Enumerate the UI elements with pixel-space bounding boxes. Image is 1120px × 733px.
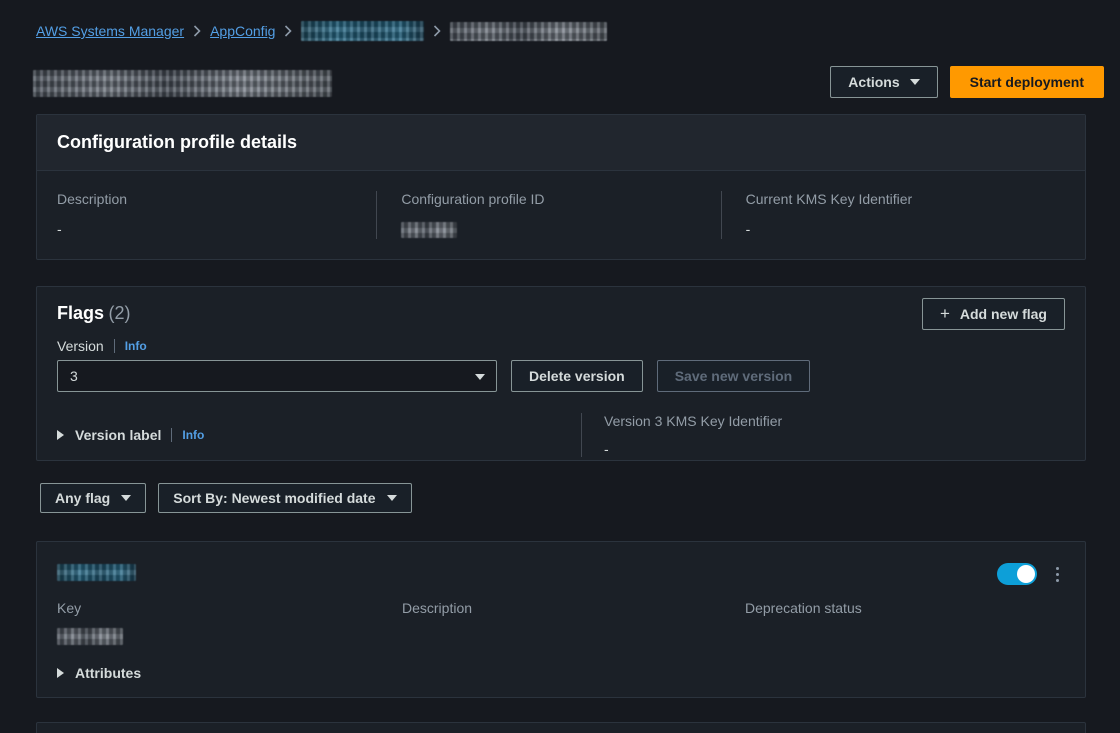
- version-block: Version Info 3 Delete version Save new v…: [37, 324, 1085, 392]
- breadcrumb-item-current-redacted: [450, 21, 608, 41]
- flag-value-key-redacted: [57, 628, 123, 645]
- details-panel-title: Configuration profile details: [57, 132, 298, 152]
- chevron-right-icon: [433, 25, 442, 37]
- detail-field-configuration-profile-id: Configuration profile ID: [376, 191, 720, 239]
- version-kms-key-field: Version 3 KMS Key Identifier -: [581, 413, 1085, 457]
- chevron-down-icon: [121, 495, 132, 501]
- flag-field-deprecation-status: Deprecation status: [745, 600, 1065, 645]
- flags-panel-title: Flags: [57, 303, 105, 323]
- delete-version-button[interactable]: Delete version: [511, 360, 643, 392]
- attributes-expander[interactable]: Attributes: [57, 665, 1065, 681]
- kebab-menu-icon[interactable]: [1049, 564, 1065, 584]
- detail-value-configuration-profile-id: [401, 221, 696, 239]
- flag-enabled-toggle[interactable]: [997, 563, 1037, 585]
- breadcrumb: AWS Systems Manager AppConfig: [36, 21, 608, 41]
- triangle-right-icon: [57, 668, 64, 678]
- add-new-flag-label: Add new flag: [959, 306, 1047, 322]
- detail-label-current-kms-key-identifier: Current KMS Key Identifier: [745, 191, 913, 207]
- start-deployment-button[interactable]: Start deployment: [949, 66, 1104, 98]
- breadcrumb-item-application-redacted[interactable]: [301, 21, 425, 41]
- details-panel-header: Configuration profile details: [37, 115, 1085, 171]
- version-label-expand-container: Version label Info: [37, 413, 581, 457]
- breadcrumb-item-aws-systems-manager[interactable]: AWS Systems Manager: [36, 23, 184, 39]
- version-label-expander[interactable]: Version label: [57, 427, 161, 443]
- detail-field-description: Description -: [57, 191, 376, 239]
- flag-name-link-redacted[interactable]: [57, 564, 136, 581]
- version-controls: 3 Delete version Save new version: [57, 360, 1065, 392]
- toggle-knob: [1017, 565, 1035, 583]
- header-actions: Actions Start deployment: [830, 66, 1104, 98]
- version-label-info-link[interactable]: Info: [182, 428, 204, 442]
- triangle-right-icon: [57, 430, 64, 440]
- breadcrumb-item-appconfig[interactable]: AppConfig: [210, 23, 275, 39]
- label-divider: [171, 428, 173, 442]
- details-panel-body: Description - Configuration profile ID C…: [37, 171, 1085, 259]
- chevron-right-icon: [193, 25, 201, 37]
- detail-label-description: Description: [57, 191, 128, 207]
- flags-filter-bar: Any flag Sort By: Newest modified date: [40, 483, 412, 513]
- flags-panel: Flags (2) + Add new flag Version Info 3 …: [36, 286, 1086, 461]
- version-info-link[interactable]: Info: [125, 339, 147, 353]
- detail-field-current-kms-key-identifier: Current KMS Key Identifier -: [720, 191, 1065, 239]
- page-title: [33, 70, 332, 97]
- detail-label-configuration-profile-id: Configuration profile ID: [401, 191, 545, 207]
- sort-by-label: Sort By: Newest modified date: [173, 490, 376, 506]
- actions-button[interactable]: Actions: [830, 66, 938, 98]
- appconfig-configuration-profile-page: AWS Systems Manager AppConfig Actions St…: [0, 0, 1120, 733]
- flag-label-key: Key: [57, 600, 82, 616]
- flags-count: (2): [108, 303, 131, 323]
- flags-panel-header: Flags (2) + Add new flag: [37, 287, 1085, 330]
- flag-card-columns: Key Description Deprecation status: [57, 600, 1065, 645]
- version-kms-key-label: Version 3 KMS Key Identifier: [604, 413, 783, 429]
- version-select-value: 3: [70, 368, 78, 384]
- detail-value-description: -: [57, 221, 62, 237]
- plus-icon: +: [939, 303, 950, 323]
- sort-by-dropdown[interactable]: Sort By: Newest modified date: [158, 483, 412, 513]
- version-label-expander-label: Version label: [75, 427, 162, 443]
- version-label-row: Version Info: [57, 338, 1065, 354]
- label-divider: [113, 339, 115, 353]
- configuration-profile-id-redacted: [401, 222, 458, 239]
- add-new-flag-button[interactable]: + Add new flag: [921, 298, 1065, 330]
- flag-card: Key Description Deprecation status Attri…: [36, 541, 1086, 698]
- configuration-profile-details-panel: Configuration profile details Descriptio…: [36, 114, 1086, 260]
- flag-label-deprecation-status: Deprecation status: [745, 600, 862, 616]
- version-kms-key-value: -: [604, 441, 609, 457]
- flag-label-description: Description: [402, 600, 473, 616]
- flag-enabled-toggle-container: [997, 563, 1037, 585]
- attributes-label: Attributes: [75, 665, 142, 681]
- actions-button-label: Actions: [848, 74, 900, 90]
- flag-type-filter-label: Any flag: [55, 490, 111, 506]
- version-select[interactable]: 3: [57, 360, 497, 392]
- chevron-down-icon: [909, 79, 920, 85]
- chevron-down-icon: [386, 495, 397, 501]
- chevron-right-icon: [284, 25, 293, 37]
- flag-field-key: Key: [57, 600, 402, 645]
- flag-field-description: Description: [402, 600, 745, 645]
- chevron-down-icon: [475, 374, 485, 380]
- version-field-label: Version: [57, 338, 104, 354]
- flag-card: [36, 722, 1086, 733]
- flag-type-filter-dropdown[interactable]: Any flag: [40, 483, 147, 513]
- version-label-section-row: Version label Info Version 3 KMS Key Ide…: [37, 412, 1085, 457]
- detail-value-current-kms-key-identifier: -: [745, 221, 751, 237]
- save-new-version-button[interactable]: Save new version: [656, 360, 811, 392]
